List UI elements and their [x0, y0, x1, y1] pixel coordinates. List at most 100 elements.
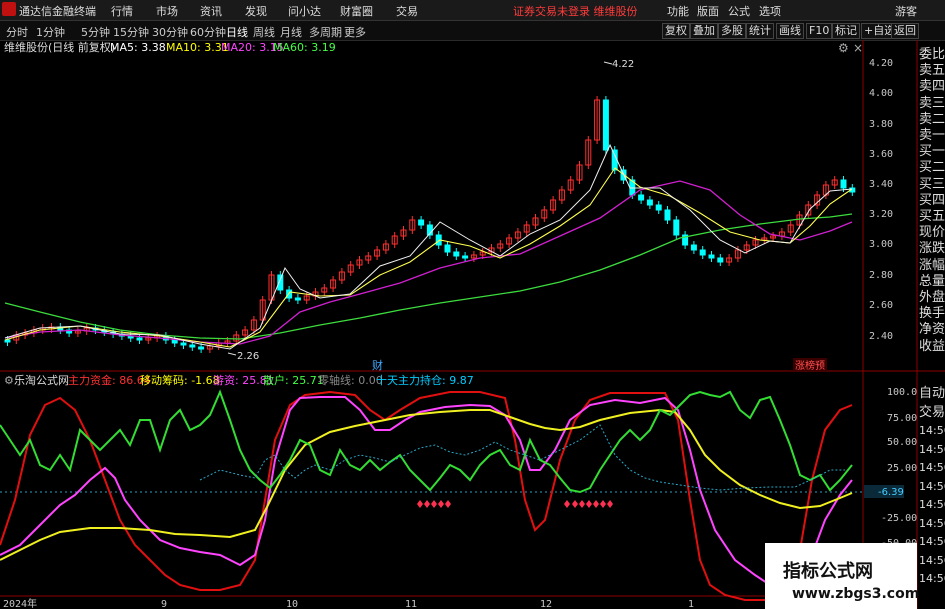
price-axis: 4.20 4.00 3.80 3.60 3.40 3.20 3.00 2.80 … [869, 58, 893, 342]
low-marker [227, 352, 237, 356]
signal-markers [417, 500, 613, 508]
period-multi[interactable]: 多周期 [309, 24, 342, 40]
candle-body [673, 219, 680, 236]
signal-diamond [572, 500, 578, 508]
zero-axis-label: 零轴线: 0.00 [318, 373, 383, 387]
sub-settings-icon[interactable]: ⚙ [4, 374, 14, 387]
menu-wealth[interactable]: 财富圈 [340, 3, 373, 19]
high-marker [603, 61, 613, 65]
side-time-2: 14:56 [919, 424, 945, 437]
side-label-5[interactable]: 卖一 [919, 128, 945, 143]
side-time-4: 14:56 [919, 461, 945, 474]
price-tick: 3.00 [869, 239, 893, 250]
side-label-13[interactable]: 涨幅 [919, 258, 945, 273]
side-label-15[interactable]: 外盘 [919, 290, 945, 305]
ma60-label: MA60: 3.19 [273, 41, 336, 54]
time-tick: 1 [688, 599, 694, 609]
candle-body [180, 342, 187, 346]
period-monthly[interactable]: 月线 [280, 24, 302, 40]
rank-badge[interactable]: 涨榜预 [795, 359, 825, 372]
sub-tick: 25.00 [887, 463, 917, 474]
candle-body [453, 251, 460, 257]
ma20-line [4, 180, 853, 345]
sub-tick: 75.00 [887, 413, 917, 424]
side-label-3[interactable]: 卖三 [919, 96, 945, 111]
period-30min[interactable]: 30分钟 [152, 24, 188, 40]
period-15min[interactable]: 15分钟 [113, 24, 149, 40]
menu-discover[interactable]: 发现 [245, 3, 267, 19]
back-button[interactable]: 返回 [891, 23, 919, 39]
chart-area[interactable]: 维维股份(日线 前复权) MA5: 3.38 MA10: 3.31 MA20: … [0, 40, 945, 609]
sub-tick: 100.0 [887, 387, 917, 398]
menu-news[interactable]: 资讯 [200, 3, 222, 19]
time-tick: 10 [286, 599, 298, 609]
side-time-10: 14:56 [919, 572, 945, 585]
period-5min[interactable]: 5分钟 [81, 24, 110, 40]
stats-button[interactable]: 统计 [746, 23, 774, 39]
overlay-button[interactable]: 叠加 [690, 23, 718, 39]
menu-formula[interactable]: 公式 [728, 3, 750, 19]
signal-diamond [431, 500, 437, 508]
settings-icon[interactable]: ⚙ [838, 41, 849, 55]
user-label[interactable]: 游客 [895, 3, 917, 19]
period-daily[interactable]: 日线 [226, 24, 248, 40]
side-label-2[interactable]: 卖四 [919, 79, 945, 94]
side-label-1[interactable]: 卖五 [919, 63, 945, 78]
period-more[interactable]: 更多 [344, 24, 366, 40]
period-weekly[interactable]: 周线 [253, 24, 275, 40]
candle-body [444, 244, 451, 253]
menu-trade[interactable]: 交易 [396, 3, 418, 19]
candle-body [136, 337, 143, 341]
ma10-label: MA10: 3.31 [166, 41, 229, 54]
menu-function[interactable]: 功能 [667, 3, 689, 19]
side-label-17[interactable]: 净资 [919, 322, 945, 337]
signal-diamond [445, 500, 451, 508]
price-tick: 3.60 [869, 149, 893, 160]
finance-marker[interactable]: 财 [372, 358, 383, 372]
signal-diamond [579, 500, 585, 508]
period-60min[interactable]: 60分钟 [190, 24, 226, 40]
moving-chip-label: 移动筹码: -1.68 [140, 373, 220, 387]
draw-line-button[interactable]: 画线 [776, 23, 804, 39]
menu-quotes[interactable]: 行情 [111, 3, 133, 19]
side-label-0[interactable]: 委比 [919, 47, 945, 62]
main-fund-label: 主力资金: 86.64 [68, 373, 151, 387]
side-label-8[interactable]: 买三 [919, 177, 945, 192]
side-label-7[interactable]: 买二 [919, 160, 945, 175]
side-label-18[interactable]: 收益 [919, 339, 945, 354]
close-icon[interactable]: × [853, 41, 863, 55]
mark-button[interactable]: 标记 [832, 23, 860, 39]
side-time-6: 14:56 [919, 498, 945, 511]
side-label-11[interactable]: 现价 [919, 225, 945, 240]
side-label-6[interactable]: 买一 [919, 144, 945, 159]
multi-stock-button[interactable]: 多股 [718, 23, 746, 39]
side-label-14[interactable]: 总量 [919, 274, 945, 289]
watermark-url: www.zbgs3.com [792, 586, 919, 602]
menu-layout[interactable]: 版面 [697, 3, 719, 19]
menu-ask[interactable]: 问小达 [288, 3, 321, 19]
side-label-10[interactable]: 买五 [919, 209, 945, 224]
side-label-4[interactable]: 卖二 [919, 112, 945, 127]
period-1min[interactable]: 1分钟 [36, 24, 65, 40]
candle-body [171, 339, 178, 344]
candlestick-series [4, 96, 856, 353]
menu-market[interactable]: 市场 [156, 3, 178, 19]
time-tick: 11 [405, 599, 417, 609]
menu-options[interactable]: 选项 [759, 3, 781, 19]
price-tick: 3.80 [869, 119, 893, 130]
side-label-16[interactable]: 换手 [919, 306, 945, 321]
period-tick[interactable]: 分时 [6, 24, 28, 40]
main-title: 维维股份(日线 前复权) [4, 40, 115, 54]
pane-controls[interactable]: ⚙ × [838, 41, 863, 55]
sub-title: 乐淘公式网 [14, 374, 69, 387]
restore-button[interactable]: 复权 [662, 23, 690, 39]
side-label-12[interactable]: 涨跌 [919, 241, 945, 256]
price-tick: 2.40 [869, 331, 893, 342]
candle-body [294, 297, 301, 301]
f10-button[interactable]: F10 [806, 23, 833, 39]
side-label-9[interactable]: 买四 [919, 193, 945, 208]
price-tick: 3.40 [869, 179, 893, 190]
main-hold-label: 十天主力持仓: 9.87 [376, 373, 474, 387]
candle-body [638, 194, 645, 201]
login-notice[interactable]: 证券交易未登录 维维股份 [513, 3, 638, 19]
